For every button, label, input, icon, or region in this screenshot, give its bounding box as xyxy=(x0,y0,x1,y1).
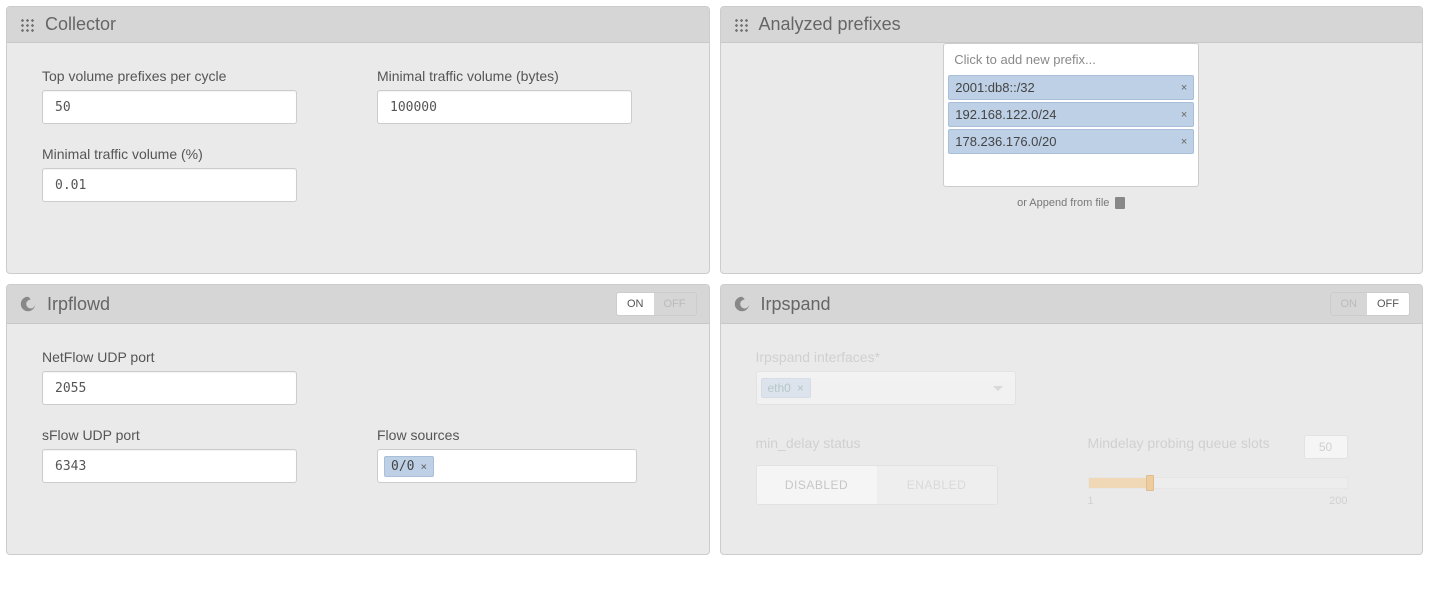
slider-fill xyxy=(1089,478,1151,488)
toggle-on[interactable]: ON xyxy=(1331,293,1368,315)
flow-source-tag[interactable]: 0/0 × xyxy=(384,456,434,477)
panel-title: Irpflowd xyxy=(47,294,606,315)
slider-min: 1 xyxy=(1088,495,1094,507)
min-pct-input[interactable] xyxy=(42,168,297,202)
remove-icon[interactable]: × xyxy=(1181,82,1187,94)
top-prefixes-input[interactable] xyxy=(42,90,297,124)
panel-title: Irpspand xyxy=(761,294,1320,315)
drag-icon[interactable] xyxy=(19,17,35,33)
slider-thumb[interactable] xyxy=(1146,475,1154,491)
queue-slots-label: Mindelay probing queue slots xyxy=(1088,435,1304,451)
panel-analyzed-prefixes: Analyzed prefixes Click to add new prefi… xyxy=(720,6,1424,274)
irpflowd-toggle[interactable]: ON OFF xyxy=(616,292,697,316)
panel-header: Collector xyxy=(7,7,709,43)
slider-max: 200 xyxy=(1329,495,1347,507)
min-delay-segmented[interactable]: DISABLED ENABLED xyxy=(756,465,998,505)
iface-select[interactable]: eth0 × xyxy=(756,371,1016,405)
seg-enabled[interactable]: ENABLED xyxy=(877,466,997,504)
flow-sources-input[interactable]: 0/0 × xyxy=(377,449,637,483)
panel-header: Irpspand ON OFF xyxy=(721,285,1423,324)
iface-label: Irpspand interfaces* xyxy=(756,349,1016,365)
remove-icon[interactable]: × xyxy=(420,460,427,473)
prefix-tag-label: 178.236.176.0/20 xyxy=(955,134,1056,149)
panel-title: Analyzed prefixes xyxy=(759,14,1411,35)
file-icon xyxy=(1115,197,1125,209)
queue-slots-slider[interactable] xyxy=(1088,477,1348,489)
iface-tag-label: eth0 xyxy=(768,381,791,395)
flow-sources-label: Flow sources xyxy=(377,427,637,443)
toggle-off[interactable]: OFF xyxy=(654,293,696,315)
prefix-tag-label: 2001:db8::/32 xyxy=(955,80,1035,95)
remove-icon[interactable]: × xyxy=(1181,136,1187,148)
append-from-file[interactable]: or Append from file xyxy=(1017,197,1125,209)
panel-collector: Collector Top volume prefixes per cycle … xyxy=(6,6,710,274)
remove-icon[interactable]: × xyxy=(797,381,804,395)
iface-tag[interactable]: eth0 × xyxy=(761,378,811,398)
top-prefixes-label: Top volume prefixes per cycle xyxy=(42,68,297,84)
flow-source-tag-label: 0/0 xyxy=(391,459,414,474)
panel-title: Collector xyxy=(45,14,697,35)
prefix-tag[interactable]: 178.236.176.0/20 × xyxy=(948,129,1194,154)
prefix-tag[interactable]: 192.168.122.0/24 × xyxy=(948,102,1194,127)
panel-irpflowd: Irpflowd ON OFF NetFlow UDP port sFlow U… xyxy=(6,284,710,555)
netflow-port-input[interactable] xyxy=(42,371,297,405)
toggle-off[interactable]: OFF xyxy=(1367,293,1409,315)
toggle-on[interactable]: ON xyxy=(617,293,654,315)
min-bytes-label: Minimal traffic volume (bytes) xyxy=(377,68,632,84)
min-pct-label: Minimal traffic volume (%) xyxy=(42,146,297,162)
seg-disabled[interactable]: DISABLED xyxy=(757,466,877,504)
irpspand-toggle[interactable]: ON OFF xyxy=(1330,292,1411,316)
prefix-list-box[interactable]: Click to add new prefix... 2001:db8::/32… xyxy=(943,43,1199,187)
append-label: or Append from file xyxy=(1017,197,1109,209)
remove-icon[interactable]: × xyxy=(1181,109,1187,121)
chevron-down-icon xyxy=(993,386,1003,391)
panel-header: Analyzed prefixes xyxy=(721,7,1423,43)
drag-icon[interactable] xyxy=(733,17,749,33)
swirl-icon xyxy=(733,295,751,313)
min-delay-label: min_delay status xyxy=(756,435,998,451)
sflow-port-label: sFlow UDP port xyxy=(42,427,297,443)
prefix-add-placeholder[interactable]: Click to add new prefix... xyxy=(946,46,1196,73)
prefix-tag[interactable]: 2001:db8::/32 × xyxy=(948,75,1194,100)
prefix-tag-label: 192.168.122.0/24 xyxy=(955,107,1056,122)
sflow-port-input[interactable] xyxy=(42,449,297,483)
panel-irpspand: Irpspand ON OFF Irpspand interfaces* eth… xyxy=(720,284,1424,555)
panel-header: Irpflowd ON OFF xyxy=(7,285,709,324)
netflow-port-label: NetFlow UDP port xyxy=(42,349,297,365)
queue-slots-value[interactable]: 50 xyxy=(1304,435,1348,459)
swirl-icon xyxy=(19,295,37,313)
min-bytes-input[interactable] xyxy=(377,90,632,124)
